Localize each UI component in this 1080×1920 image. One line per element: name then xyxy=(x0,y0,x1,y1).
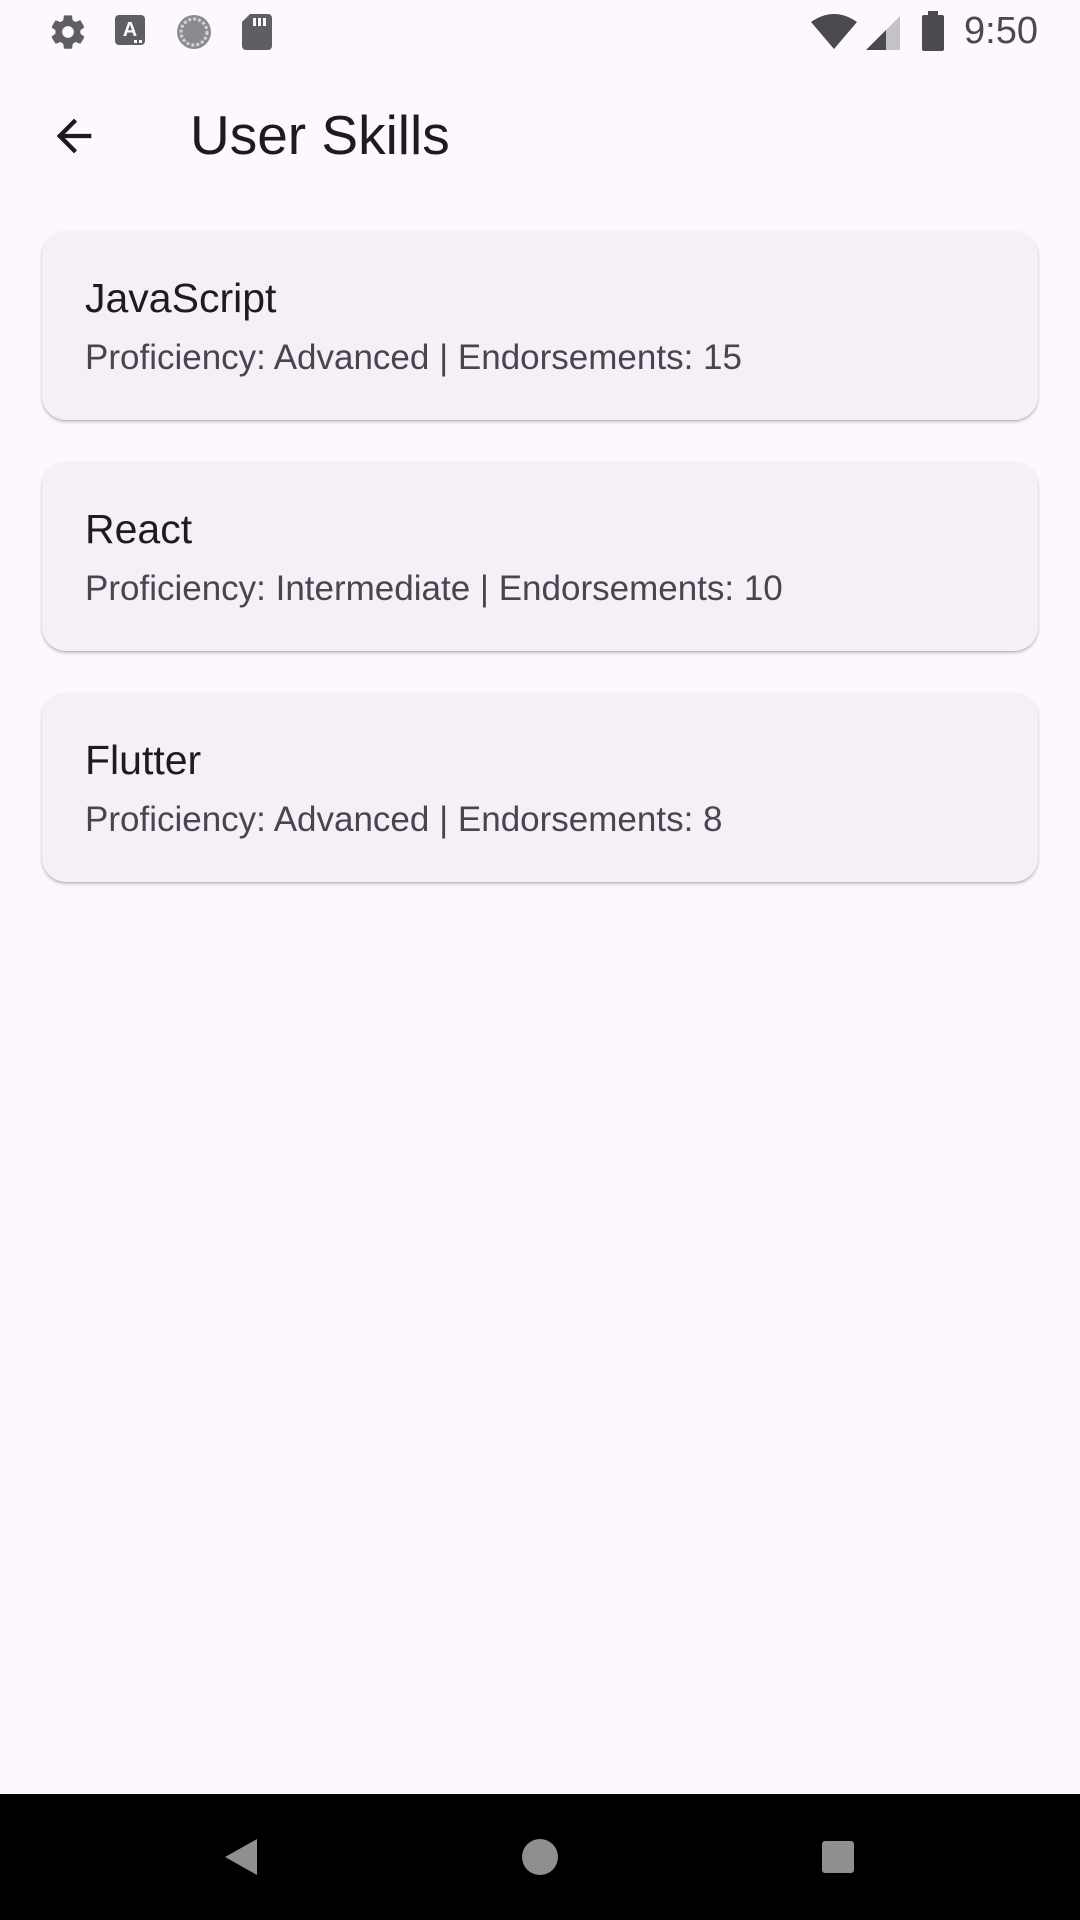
svg-text:A: A xyxy=(123,19,137,41)
home-circle-icon xyxy=(522,1839,558,1875)
back-triangle-icon xyxy=(225,1839,257,1875)
skill-meta: Proficiency: Intermediate | Endorsements… xyxy=(85,569,783,608)
skill-meta: Proficiency: Advanced | Endorsements: 8 xyxy=(85,800,723,839)
app-bar: User Skills xyxy=(0,66,1080,206)
nav-recents-button[interactable] xyxy=(805,1824,871,1890)
arrow-left-icon xyxy=(56,118,92,154)
battery-icon xyxy=(922,11,944,51)
sd-card-icon xyxy=(242,14,272,50)
settings-icon xyxy=(51,15,85,49)
navigation-bar xyxy=(0,1794,1080,1920)
status-time: 9:50 xyxy=(964,10,1038,52)
skill-name: JavaScript xyxy=(85,275,277,321)
nav-home-button[interactable] xyxy=(507,1824,573,1890)
skill-card-react[interactable]: React Proficiency: Intermediate | Endors… xyxy=(42,462,1038,651)
nav-back-button[interactable] xyxy=(208,1824,274,1890)
status-bar: A 9:50 xyxy=(0,0,1080,66)
skill-card-javascript[interactable]: JavaScript Proficiency: Advanced | Endor… xyxy=(42,231,1038,420)
page-title: User Skills xyxy=(190,104,450,166)
wifi-icon xyxy=(811,14,857,49)
cell-signal-icon xyxy=(866,16,900,50)
loading-circle-icon xyxy=(177,15,211,49)
skill-list: JavaScript Proficiency: Advanced | Endor… xyxy=(42,231,1038,924)
skill-meta: Proficiency: Advanced | Endorsements: 15 xyxy=(85,338,742,377)
back-button[interactable] xyxy=(34,96,114,176)
font-a-icon: A xyxy=(115,15,145,45)
skill-name: Flutter xyxy=(85,737,202,783)
skill-name: React xyxy=(85,506,193,552)
recents-square-icon xyxy=(822,1841,854,1873)
skill-card-flutter[interactable]: Flutter Proficiency: Advanced | Endorsem… xyxy=(42,693,1038,882)
